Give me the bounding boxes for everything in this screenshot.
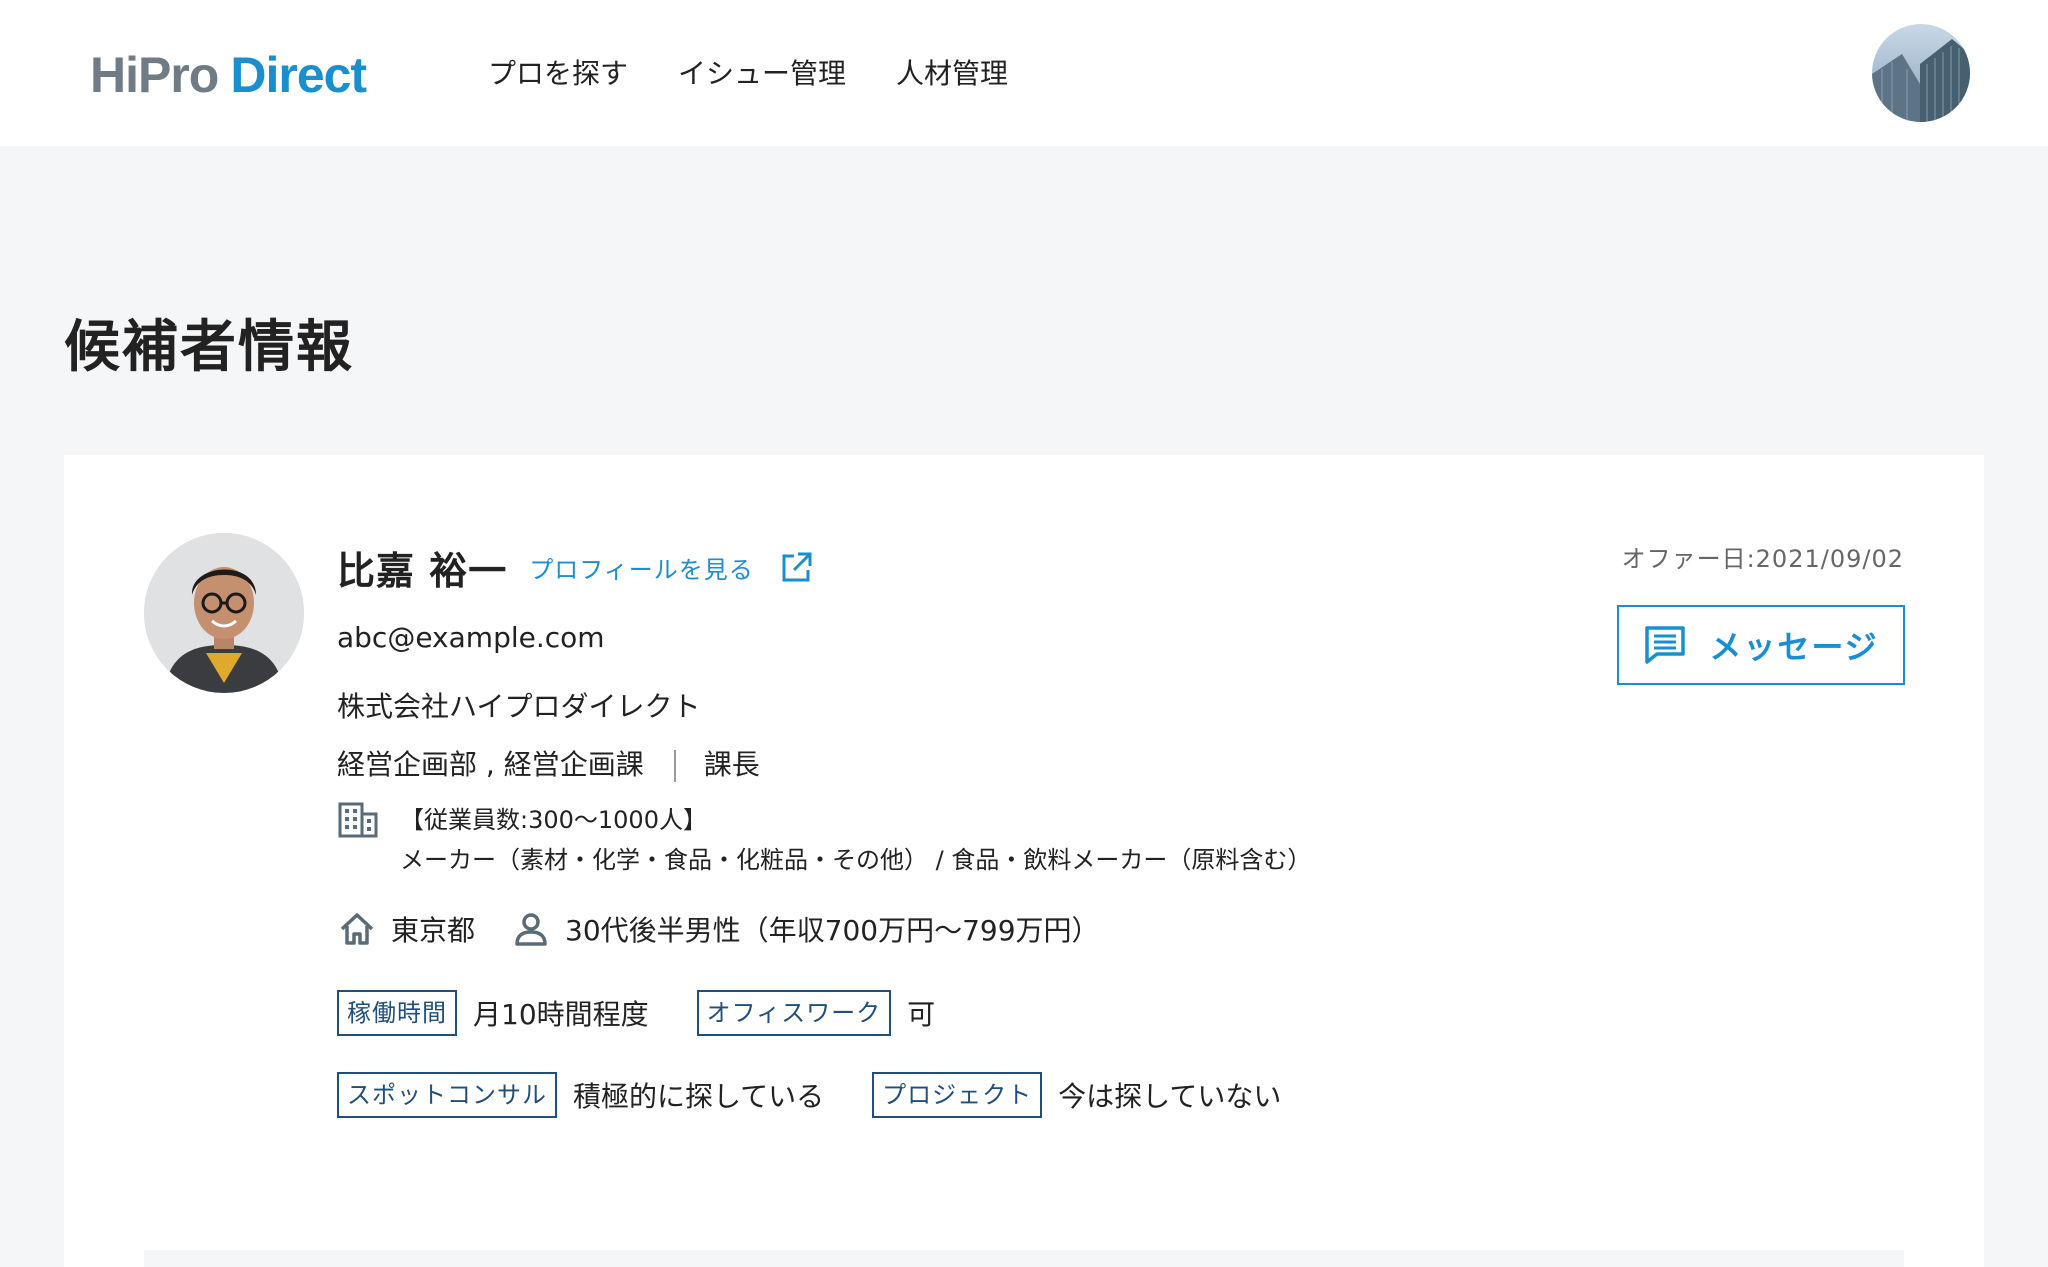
tag-office-work: オフィスワーク — [696, 990, 892, 1036]
candidate-demographic: 30代後半男性（年収700万円〜799万円） — [565, 914, 1100, 947]
candidate-department: 経営企画部 , 経営企画課 — [337, 748, 644, 781]
candidate-card: 比嘉 裕一 プロフィールを見る abc@example.com 株式会社ハイプロ… — [64, 455, 1984, 1267]
tag-row-2: スポットコンサル 積極的に探している プロジェクト 今は探していない — [337, 1072, 1281, 1118]
candidate-photo — [144, 533, 304, 693]
candidate-avatar — [144, 533, 304, 693]
message-icon — [1645, 626, 1686, 664]
user-avatar-image — [1872, 24, 1970, 122]
nav-issue-management[interactable]: イシュー管理 — [678, 52, 846, 96]
logo-hipro-text: HiPro — [90, 47, 219, 103]
tag-working-hours-value: 月10時間程度 — [473, 998, 649, 1031]
external-link-icon[interactable] — [778, 550, 814, 586]
person-icon — [515, 913, 547, 946]
candidate-name: 比嘉 裕一 — [337, 549, 508, 593]
hipro-direct-logo[interactable]: HiPro Direct — [90, 46, 367, 103]
tag-working-hours: 稼働時間 — [337, 990, 457, 1036]
tag-project: プロジェクト — [872, 1072, 1043, 1118]
view-profile-link[interactable]: プロフィールを見る — [529, 550, 754, 585]
message-button[interactable]: メッセージ — [1617, 605, 1905, 685]
divider — [673, 750, 676, 782]
location-row: 東京都 30代後半男性（年収700万円〜799万円） — [337, 909, 1100, 949]
tag-spot-consult: スポットコンサル — [337, 1072, 557, 1118]
candidate-company: 株式会社ハイプロダイレクト — [337, 690, 701, 723]
section-divider — [144, 1250, 1904, 1267]
offer-date: オファー日:2021/09/02 — [1621, 545, 1904, 573]
candidate-location: 東京都 — [391, 914, 476, 947]
tag-spot-consult-value: 積極的に探している — [573, 1080, 825, 1113]
logo-direct-text: Direct — [230, 47, 367, 103]
candidate-email: abc@example.com — [337, 621, 605, 654]
company-size: 【従業員数:300〜1000人】 — [400, 806, 707, 834]
building-icon — [338, 802, 378, 838]
nav-talent-management[interactable]: 人材管理 — [896, 52, 1008, 96]
candidate-position: 課長 — [703, 748, 760, 781]
tag-office-work-value: 可 — [907, 998, 936, 1031]
candidate-department-row: 経営企画部 , 経営企画課 課長 — [337, 743, 760, 783]
home-icon — [340, 913, 374, 945]
message-button-label: メッセージ — [1709, 628, 1879, 666]
user-avatar[interactable] — [1872, 24, 1970, 122]
tag-row-1: 稼働時間 月10時間程度 オフィスワーク 可 — [337, 990, 935, 1036]
tag-project-value: 今は探していない — [1058, 1080, 1282, 1113]
industry-categories: メーカー（素材・化学・食品・化粧品・その他） / 食品・飲料メーカー（原料含む） — [400, 846, 1312, 874]
page-title: 候補者情報 — [64, 315, 354, 380]
candidate-name-row: 比嘉 裕一 プロフィールを見る — [337, 540, 814, 595]
top-header: HiPro Direct プロを探す イシュー管理 人材管理 — [0, 0, 2048, 146]
main-nav: プロを探す イシュー管理 人材管理 — [488, 52, 1008, 96]
nav-find-pro[interactable]: プロを探す — [488, 52, 628, 96]
